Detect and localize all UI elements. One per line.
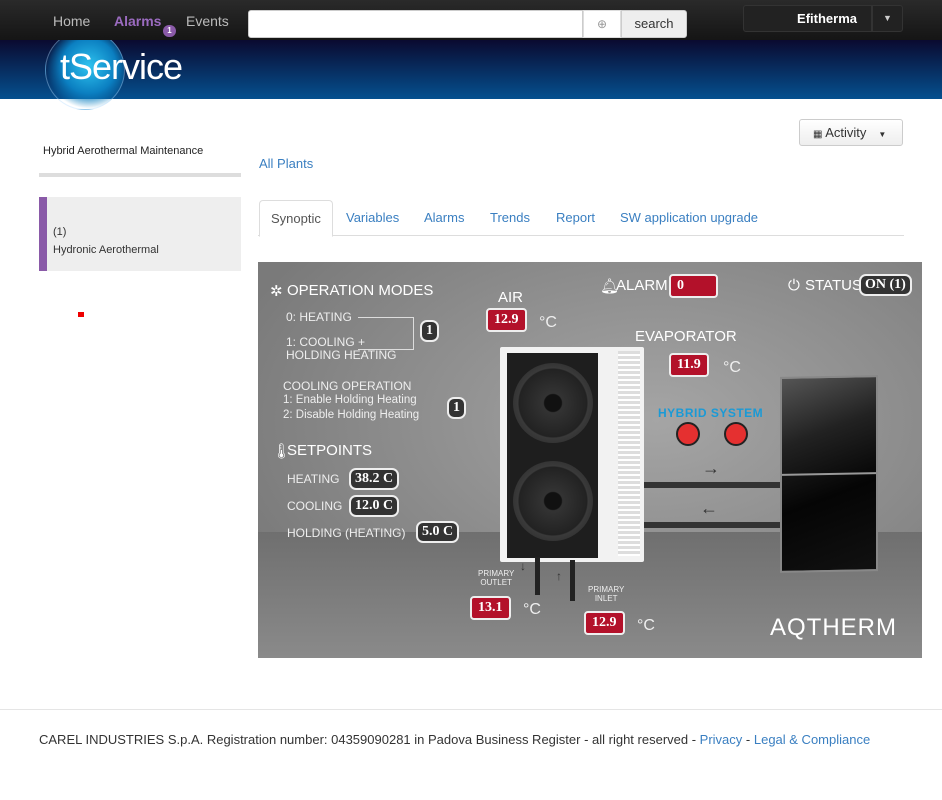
unit: °C <box>723 359 741 376</box>
operation-modes-title: OPERATION MODES <box>287 282 434 299</box>
power-icon: ⏻ <box>788 277 800 294</box>
fan-panel <box>507 353 598 558</box>
solar-panel <box>780 375 878 573</box>
breadcrumb-all-plants[interactable]: All Plants <box>259 156 313 171</box>
holding-label: HOLDING (HEATING) <box>287 526 406 540</box>
alarm-value: 0 <box>669 274 718 298</box>
mode-1-label: 1: COOLING + <box>286 335 366 349</box>
pipe <box>570 560 575 601</box>
cooling-option-2: 2: Disable Holding Heating <box>283 409 420 421</box>
user-menu-button[interactable]: Efitherma <box>743 5 872 32</box>
clear-search-icon[interactable]: ⊕ <box>583 10 621 38</box>
caret-down-icon: ▼ <box>878 130 887 139</box>
tab-variables[interactable]: Variables <box>346 210 399 225</box>
grid-icon: ▦ <box>813 129 826 140</box>
divider <box>39 173 241 177</box>
privacy-link[interactable]: Privacy <box>700 732 743 747</box>
caret-down-icon[interactable]: ▼ <box>872 5 903 32</box>
tservice-logo: tService <box>60 46 183 87</box>
cooling-label: COOLING <box>287 499 343 513</box>
operation-mode-value: 1 <box>420 320 439 342</box>
footer-text: CAREL INDUSTRIES S.p.A. Registration num… <box>39 732 700 747</box>
search-input[interactable] <box>248 10 583 38</box>
nav-alarms[interactable]: Alarms <box>114 13 161 29</box>
tab-alarms[interactable]: Alarms <box>424 210 464 225</box>
pipe <box>644 522 780 528</box>
tab-sw-upgrade[interactable]: SW application upgrade <box>620 210 758 225</box>
heat-pump-unit <box>500 347 644 562</box>
tabs: Synoptic Variables Alarms Trends Report … <box>258 200 904 237</box>
hybrid-led-1 <box>676 422 700 446</box>
air-label: AIR <box>498 289 524 306</box>
air-temperature: 12.9 <box>486 308 527 332</box>
status-value: ON (1) <box>859 274 912 296</box>
item-label: Hydronic Aerothermal <box>53 244 159 256</box>
pipe <box>535 557 540 595</box>
arrow-up-icon: ↑ <box>556 569 562 583</box>
cooling-setpoint[interactable]: 12.0 C <box>349 495 400 517</box>
aqtherm-logo: AQTHERM <box>770 614 897 641</box>
hybrid-led-2 <box>724 422 748 446</box>
primary-inlet-temperature: 12.9 <box>584 611 625 635</box>
fan-icon <box>513 363 593 443</box>
bracket-line <box>358 317 414 350</box>
evaporator-temperature: 11.9 <box>669 353 709 377</box>
mode-1-label-2: HOLDING HEATING <box>286 348 397 362</box>
evaporator-label: EVAPORATOR <box>635 328 737 345</box>
nav-home[interactable]: Home <box>53 13 90 29</box>
heating-label: HEATING <box>287 472 340 486</box>
grille <box>618 351 640 556</box>
divider <box>0 709 942 710</box>
unit: °C <box>539 314 557 331</box>
arrow-right-icon: → <box>702 458 720 478</box>
alarms-badge: 1 <box>163 25 176 37</box>
synoptic-panel: ✲ OPERATION MODES 0: HEATING 1: COOLING … <box>258 262 922 658</box>
alarm-label: ALARM <box>616 277 668 294</box>
gear-icon: ✲ <box>270 283 283 300</box>
holding-setpoint[interactable]: 5.0 C <box>416 521 460 543</box>
cooling-operation-title: COOLING OPERATION <box>283 379 412 393</box>
primary-inlet-label: PRIMARY INLET <box>588 585 625 603</box>
arrow-down-icon: ↓ <box>520 559 526 573</box>
activity-label: Activity <box>825 125 867 140</box>
cooling-operation-value: 1 <box>447 397 466 419</box>
status-label: STATUS <box>805 277 862 294</box>
tab-trends[interactable]: Trends <box>490 210 530 225</box>
plant-name: Hybrid Aerothermal Maintenance <box>43 145 204 157</box>
unit: °C <box>523 601 541 618</box>
tab-synoptic[interactable]: Synoptic <box>259 200 333 237</box>
unit: °C <box>637 617 655 634</box>
heating-setpoint[interactable]: 38.2 C <box>349 468 400 490</box>
pipe <box>644 482 780 488</box>
item-id: (1) <box>53 226 67 238</box>
setpoints-title: SETPOINTS <box>287 442 373 459</box>
arrow-left-icon: ← <box>700 498 718 518</box>
hybrid-system-label: HYBRID SYSTEM <box>658 406 764 420</box>
footer-sep: - <box>742 732 754 747</box>
activity-button[interactable]: ▦ Activity ▼ <box>799 119 903 146</box>
search-button[interactable]: search <box>621 10 687 38</box>
primary-outlet-label: PRIMARY OUTLET <box>478 569 515 587</box>
tab-report[interactable]: Report <box>556 210 595 225</box>
cooling-option-1: 1: Enable Holding Heating <box>283 394 417 406</box>
nav-events[interactable]: Events <box>186 13 229 29</box>
mode-0-label: 0: HEATING <box>286 310 352 324</box>
status-indicator <box>78 312 84 317</box>
primary-outlet-temperature: 13.1 <box>470 596 511 620</box>
sidebar-item-hydronic-aerothermal[interactable]: (1) Hydronic Aerothermal <box>39 197 241 271</box>
fan-icon <box>513 461 593 541</box>
legal-link[interactable]: Legal & Compliance <box>754 732 870 747</box>
footer: CAREL INDUSTRIES S.p.A. Registration num… <box>39 732 870 747</box>
